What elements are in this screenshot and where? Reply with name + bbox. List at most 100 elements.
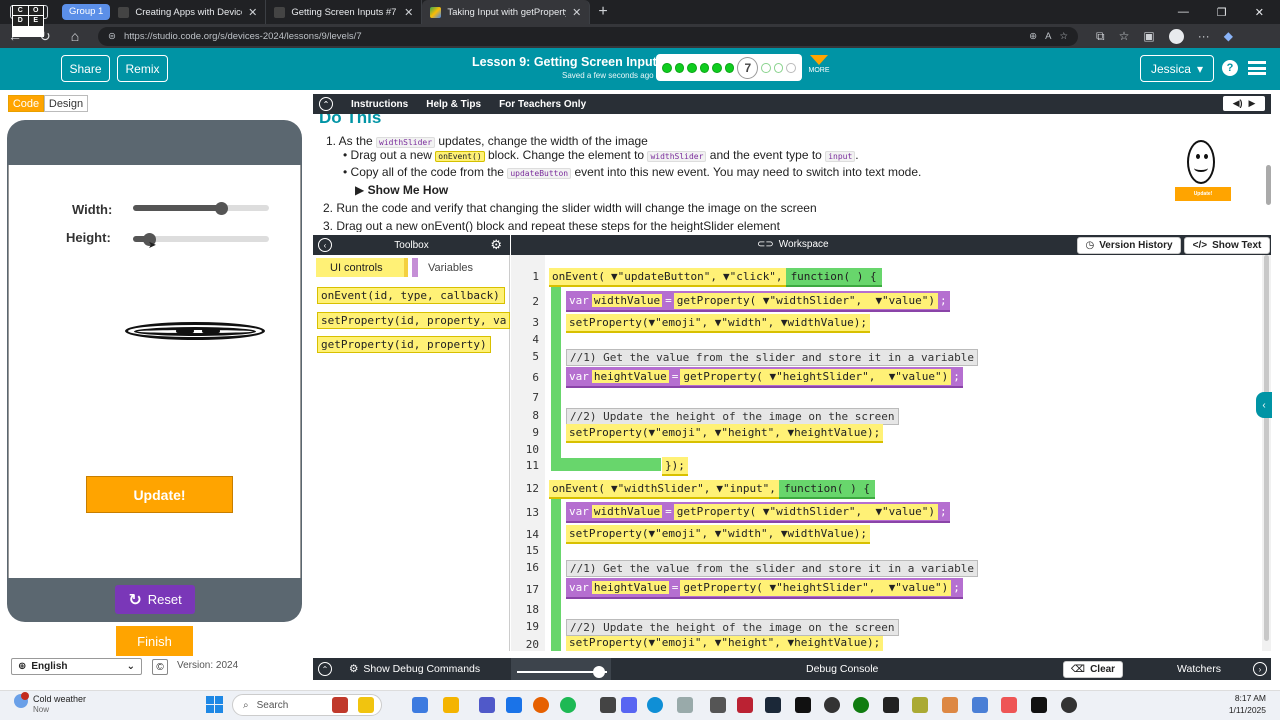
- help-icon[interactable]: ?: [1222, 60, 1238, 76]
- level-dot-complete[interactable]: [724, 62, 735, 73]
- taskbar-app-icon[interactable]: [972, 697, 988, 713]
- code-line-17[interactable]: var heightValue = getProperty( ▼"heightS…: [566, 578, 963, 599]
- settings-more-icon[interactable]: ···: [1198, 29, 1210, 43]
- file-explorer-icon[interactable]: [443, 697, 459, 713]
- hamburger-menu-icon[interactable]: [1248, 61, 1266, 75]
- taskbar-app-icon[interactable]: [1061, 697, 1077, 713]
- reset-button[interactable]: ↻ Reset: [115, 585, 195, 614]
- close-tab-icon[interactable]: ✕: [404, 6, 413, 19]
- browser-tab-3[interactable]: Taking Input with getProperty.pdf ✕: [422, 0, 591, 24]
- function-block[interactable]: function( ) {: [785, 268, 882, 287]
- code-line-19[interactable]: //2) Update the height of the image on t…: [566, 618, 899, 637]
- param-dropdown[interactable]: ▼"input",: [713, 480, 779, 499]
- comment-block[interactable]: //1) Get the value from the slider and s…: [566, 560, 978, 577]
- copilot-app-icon[interactable]: [412, 697, 428, 713]
- comment-block[interactable]: //1) Get the value from the slider and s…: [566, 349, 978, 366]
- home-icon[interactable]: ⌂: [60, 28, 90, 44]
- site-info-icon[interactable]: ⊜: [108, 31, 116, 42]
- zoom-icon[interactable]: ⊕: [1029, 31, 1037, 42]
- taskbar-app-icon[interactable]: [1031, 697, 1047, 713]
- codeorg-logo[interactable]: C O D E: [12, 5, 44, 37]
- getproperty-block[interactable]: getProperty( ▼"widthSlider", ▼"value"): [673, 503, 939, 520]
- close-tab-icon[interactable]: ✕: [248, 6, 257, 19]
- slider-thumb[interactable]: [214, 201, 228, 215]
- taskbar-app-icon[interactable]: [795, 697, 811, 713]
- workspace-scroll-thumb[interactable]: [1264, 255, 1269, 641]
- variable-name[interactable]: heightValue: [591, 370, 669, 383]
- getproperty-block[interactable]: getProperty( ▼"widthSlider", ▼"value"): [673, 292, 939, 309]
- level-dot-complete[interactable]: [699, 62, 710, 73]
- edge-icon[interactable]: [647, 697, 663, 713]
- steam-icon[interactable]: [765, 697, 781, 713]
- param-dropdown[interactable]: ▼"value"): [889, 581, 949, 594]
- favorite-star-icon[interactable]: ☆: [1059, 31, 1068, 42]
- gear-icon[interactable]: ⚙: [490, 237, 502, 253]
- setproperty-block[interactable]: setProperty(▼"emoji", ▼"width", ▼widthVa…: [566, 314, 871, 333]
- taskbar-app-icon[interactable]: [1001, 697, 1017, 713]
- taskbar-app-icon[interactable]: [912, 697, 928, 713]
- code-line-12[interactable]: onEvent( ▼"widthSlider", ▼"input", funct…: [549, 480, 876, 499]
- code-line-2[interactable]: var widthValue = getProperty( ▼"widthSli…: [566, 291, 950, 312]
- design-mode-tab[interactable]: Design: [44, 95, 88, 112]
- share-button[interactable]: Share: [61, 55, 110, 82]
- level-dot-complete[interactable]: [674, 62, 685, 73]
- browser-tab-1[interactable]: Creating Apps with Devices - Circ ✕: [110, 0, 267, 24]
- code-line-9[interactable]: setProperty(▼"emoji", ▼"height", ▼height…: [566, 424, 884, 443]
- teams-icon[interactable]: [479, 697, 495, 713]
- copyright-icon[interactable]: ©: [152, 659, 168, 675]
- taskbar-app-icon[interactable]: [883, 697, 899, 713]
- variable-name[interactable]: widthValue: [591, 505, 663, 518]
- taskbar-app-icon[interactable]: [358, 697, 374, 713]
- param-dropdown[interactable]: ▼"click",: [719, 268, 786, 287]
- taskbar-app-icon[interactable]: [710, 697, 726, 713]
- level-dot-complete[interactable]: [712, 62, 722, 73]
- param-dropdown[interactable]: ▼"updateButton",: [607, 268, 720, 287]
- tab-help-tips[interactable]: Help & Tips: [426, 99, 481, 110]
- setproperty-block[interactable]: setProperty(▼"emoji", ▼"height", ▼height…: [566, 636, 884, 651]
- taskbar-app-icon[interactable]: [824, 697, 840, 713]
- setproperty-block[interactable]: setProperty(▼"emoji", ▼"height", ▼height…: [566, 424, 884, 443]
- show-me-how-toggle[interactable]: ▶ Show Me How: [355, 183, 448, 197]
- param-dropdown[interactable]: ▼"widthSlider",: [607, 480, 714, 499]
- windows-start-icon[interactable]: [206, 696, 223, 713]
- xbox-icon[interactable]: [853, 697, 869, 713]
- closing-block[interactable]: });: [662, 457, 688, 476]
- taskbar-app-icon[interactable]: [506, 697, 522, 713]
- taskbar-app-icon[interactable]: [942, 697, 958, 713]
- param-dropdown[interactable]: ▼"widthSlider",: [763, 505, 862, 518]
- play-icon[interactable]: ▶: [1249, 98, 1256, 109]
- discord-icon[interactable]: [621, 697, 637, 713]
- toolbox-block-getproperty[interactable]: getProperty(id, property): [317, 336, 491, 353]
- weather-title[interactable]: Cold weather: [33, 694, 86, 704]
- toolbox-block-onevent[interactable]: onEvent(id, type, callback): [317, 287, 505, 304]
- toolbox-block-setproperty[interactable]: setProperty(id, property, va: [317, 312, 510, 329]
- finish-button[interactable]: Finish: [116, 626, 193, 656]
- show-debug-commands-toggle[interactable]: ⚙ Show Debug Commands: [349, 663, 480, 675]
- version-history-button[interactable]: ◷ Version History: [1077, 237, 1181, 254]
- var-block[interactable]: var heightValue = getProperty( ▼"heightS…: [566, 367, 963, 388]
- level-dot-incomplete[interactable]: [786, 62, 796, 73]
- tab-group-chip[interactable]: Group 1: [62, 4, 111, 20]
- profile-avatar-icon[interactable]: [1168, 28, 1184, 44]
- param-dropdown[interactable]: ▼"heightSlider",: [769, 581, 875, 594]
- clock-date[interactable]: 1/11/2025: [1218, 705, 1266, 715]
- audio-controls[interactable]: ◀) ▶: [1223, 96, 1265, 111]
- expand-debug-icon[interactable]: ⌃: [318, 662, 332, 676]
- remix-button[interactable]: Remix: [117, 55, 168, 82]
- tab-for-teachers[interactable]: For Teachers Only: [499, 99, 586, 110]
- width-slider[interactable]: [133, 201, 269, 215]
- comment-block[interactable]: //2) Update the height of the image on t…: [566, 619, 899, 636]
- param-dropdown[interactable]: ▼"widthSlider",: [763, 294, 862, 307]
- code-mode-tab[interactable]: Code: [8, 95, 44, 112]
- expand-side-panel-icon[interactable]: ‹: [1256, 392, 1272, 418]
- code-line-5[interactable]: //1) Get the value from the slider and s…: [566, 348, 978, 367]
- show-text-button[interactable]: </> Show Text: [1184, 237, 1270, 254]
- function-block[interactable]: function( ) {: [778, 480, 876, 499]
- category-variables[interactable]: Variables: [412, 258, 508, 277]
- onevent-block[interactable]: onEvent(: [549, 480, 608, 499]
- param-dropdown[interactable]: ▼"value"): [875, 505, 935, 518]
- var-block[interactable]: var heightValue = getProperty( ▼"heightS…: [566, 578, 963, 599]
- user-menu-button[interactable]: Jessica ▾: [1140, 55, 1214, 82]
- collapse-watchers-icon[interactable]: ›: [1253, 662, 1267, 676]
- collections-icon[interactable]: ▣: [1143, 29, 1154, 43]
